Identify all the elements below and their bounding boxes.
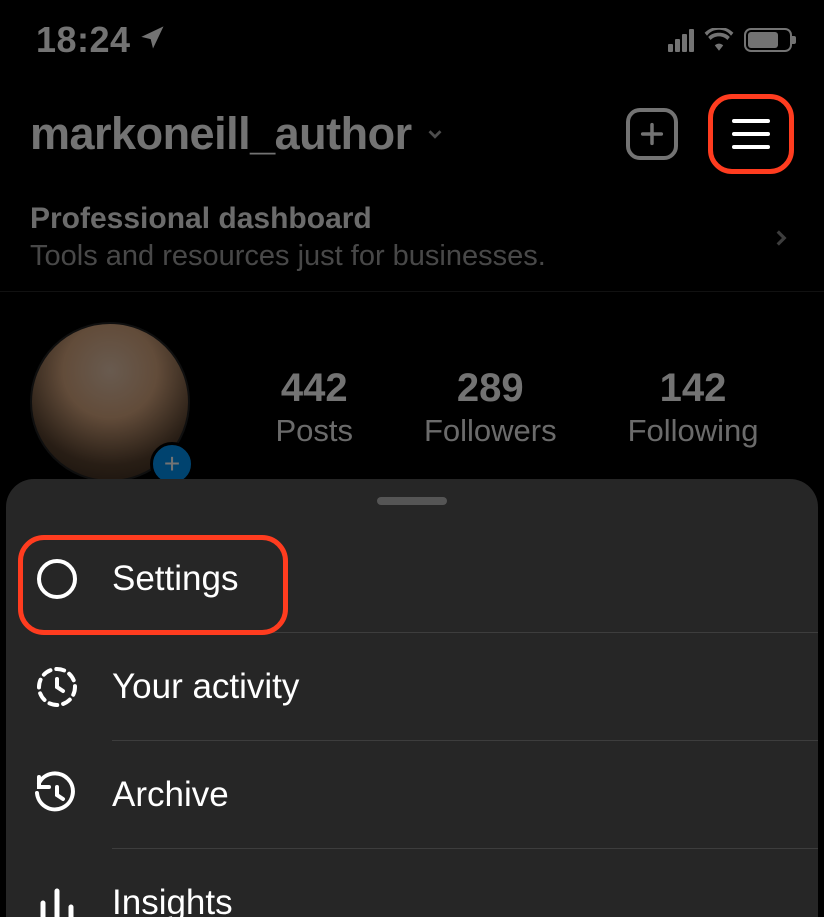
- header-actions: [626, 94, 794, 174]
- chevron-down-icon[interactable]: [424, 123, 446, 145]
- avatar-container[interactable]: +: [30, 322, 200, 492]
- chevron-right-icon: [768, 225, 794, 251]
- professional-dashboard-banner[interactable]: Professional dashboard Tools and resourc…: [0, 188, 824, 292]
- menu-label: Archive: [112, 775, 229, 815]
- battery-level: [748, 32, 778, 48]
- plus-icon: +: [164, 448, 180, 480]
- menu-label: Settings: [112, 559, 238, 599]
- followers-label: Followers: [424, 413, 557, 449]
- menu-item-settings[interactable]: Settings: [6, 525, 818, 633]
- create-post-button[interactable]: [626, 108, 678, 160]
- menu-item-insights[interactable]: Insights: [6, 849, 818, 917]
- cellular-signal-icon: [668, 28, 694, 52]
- menu-item-your-activity[interactable]: Your activity: [6, 633, 818, 741]
- posts-count: 442: [275, 366, 353, 411]
- menu-item-archive[interactable]: Archive: [6, 741, 818, 849]
- battery-icon: [744, 28, 792, 52]
- followers-count: 289: [424, 366, 557, 411]
- sheet-grabber[interactable]: [377, 497, 447, 505]
- followers-stat[interactable]: 289 Followers: [424, 366, 557, 449]
- menu-label: Insights: [112, 883, 233, 917]
- status-time: 18:24: [36, 19, 131, 61]
- profile-stats-row: + 442 Posts 289 Followers 142 Following: [0, 292, 824, 492]
- profile-page-background: 18:24 markoneill_author: [0, 0, 824, 479]
- posts-stat[interactable]: 442 Posts: [275, 366, 353, 449]
- status-right: [668, 28, 792, 52]
- profile-username[interactable]: markoneill_author: [30, 108, 412, 160]
- location-arrow-icon: [139, 24, 167, 57]
- posts-label: Posts: [275, 413, 353, 449]
- settings-icon: [32, 554, 82, 604]
- dashboard-title: Professional dashboard: [30, 202, 768, 236]
- wifi-icon: [704, 28, 734, 52]
- menu-bottom-sheet[interactable]: Settings Your activity Archive Insights: [6, 479, 818, 917]
- following-stat[interactable]: 142 Following: [628, 366, 759, 449]
- hamburger-icon: [732, 119, 770, 149]
- profile-header: markoneill_author: [0, 70, 824, 188]
- status-left: 18:24: [36, 19, 167, 61]
- archive-icon: [32, 770, 82, 820]
- insights-icon: [32, 878, 82, 917]
- stats: 442 Posts 289 Followers 142 Following: [240, 366, 794, 449]
- following-label: Following: [628, 413, 759, 449]
- activity-icon: [32, 662, 82, 712]
- dashboard-subtitle: Tools and resources just for businesses.: [30, 240, 768, 273]
- hamburger-menu-button[interactable]: [708, 94, 794, 174]
- status-bar: 18:24: [0, 0, 824, 70]
- dashboard-text: Professional dashboard Tools and resourc…: [30, 202, 768, 273]
- following-count: 142: [628, 366, 759, 411]
- menu-label: Your activity: [112, 667, 299, 707]
